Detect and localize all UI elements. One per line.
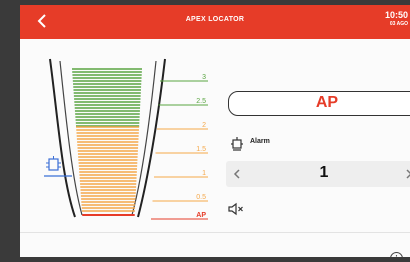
footer-divider (20, 232, 410, 233)
alarm-increase-button[interactable] (402, 165, 410, 183)
scale-label-1-5: 1.5 (196, 146, 206, 153)
info-icon[interactable]: i (390, 252, 403, 257)
alarm-decrease-button[interactable] (230, 165, 244, 183)
chevron-right-icon (406, 169, 410, 179)
scale-label-1: 1 (202, 170, 206, 177)
scale-label-3: 3 (202, 74, 206, 81)
progress-bars (72, 68, 142, 216)
apex-reading-display: AP (228, 91, 410, 116)
canal-wall-right-outer (137, 58, 166, 218)
apex-file-icon (44, 156, 72, 177)
alarm-stepper: 1 (226, 161, 410, 187)
chevron-left-icon (233, 169, 240, 179)
scale-label-ap: AP (196, 212, 206, 219)
apex-locator-screen: APEX LOCATOR 10:50 03 AGO 3 2.5 2 1.5 1 … (20, 5, 410, 257)
clock-date: 03 AGO (389, 21, 408, 27)
apex-reading-value: AP (315, 94, 339, 111)
apex-gauge: 3 2.5 2 1.5 1 0.5 AP (44, 58, 208, 220)
scale-label-0-5: 0.5 (196, 194, 206, 201)
alarm-bell-icon (231, 137, 243, 151)
page-title: APEX LOCATOR (185, 16, 245, 23)
alarm-value: 1 (319, 164, 329, 181)
clock: 10:50 03 AGO (385, 10, 408, 28)
clock-time: 10:50 (384, 10, 408, 20)
scale-label-2: 2 (202, 122, 206, 129)
alarm-row: Alarm (230, 136, 270, 152)
scale-label-2-5: 2.5 (196, 98, 206, 105)
header-bar: APEX LOCATOR 10:50 03 AGO (20, 5, 410, 39)
alarm-label: Alarm (250, 138, 270, 145)
speaker-muted-icon[interactable] (227, 201, 245, 217)
main-content: 3 2.5 2 1.5 1 0.5 AP AP Alarm 1 (20, 39, 410, 257)
